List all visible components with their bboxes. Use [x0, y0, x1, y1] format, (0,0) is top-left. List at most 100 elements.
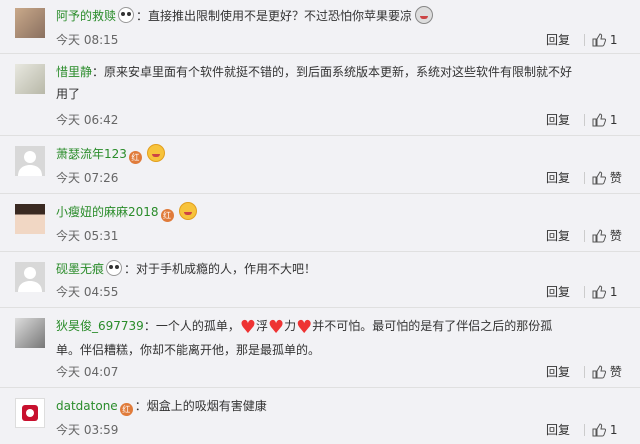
divider [584, 424, 585, 436]
comment-meta: 今天 08:15 回复 1 [56, 30, 640, 50]
comment-meta: 今天 03:59 回复 1 [56, 420, 640, 440]
reply-button[interactable]: 回复 [546, 110, 570, 130]
username[interactable]: 萧瑟流年123 [56, 147, 127, 161]
like-button[interactable]: 1 [592, 32, 617, 48]
thumbs-up-icon [592, 229, 607, 243]
avatar[interactable] [15, 262, 45, 292]
comment-text-line: 用了 [56, 84, 628, 104]
avatar[interactable] [15, 64, 45, 94]
comment-body: 对于手机成瘾的人，作用不大吧！ [136, 262, 317, 276]
like-button[interactable]: 1 [592, 284, 617, 300]
level-badge: 红 [119, 403, 133, 416]
reply-button[interactable]: 回复 [546, 226, 570, 246]
comment-text-line: 惜里静：原来安卓里面有个软件就挺不错的，到后面系统版本更新，系统对这些软件有限制… [56, 65, 573, 79]
comment-body: 并不可怕。最可怕的是有了伴侣之后的那份孤 [312, 319, 553, 333]
avatar[interactable] [15, 318, 45, 348]
comment-body: 直接推出限制使用不是更好？不过恐怕你苹果要凉 [148, 9, 413, 23]
like-button[interactable]: 赞 [592, 228, 622, 244]
like-label: 赞 [609, 229, 622, 243]
level-badge: 红 [128, 151, 142, 164]
timestamp: 今天 03:59 [56, 423, 119, 437]
comment-meta: 今天 07:26 回复 赞 [56, 168, 640, 188]
timestamp: 今天 06:42 [56, 113, 119, 127]
reply-button[interactable]: 回复 [546, 420, 570, 440]
like-button[interactable]: 1 [592, 422, 617, 438]
thumbs-up-icon [592, 33, 607, 47]
like-count: 1 [609, 33, 618, 47]
like-label: 赞 [609, 171, 622, 185]
heart-icon: ♥ [296, 317, 313, 338]
panda-icon [118, 7, 135, 23]
timestamp: 今天 04:55 [56, 285, 119, 299]
reply-button[interactable]: 回复 [546, 282, 570, 302]
default-avatar-icon [18, 151, 42, 176]
comment-meta: 今天 05:31 回复 赞 [56, 226, 640, 246]
like-button[interactable]: 1 [592, 112, 617, 128]
divider [584, 172, 585, 184]
default-avatar-icon [18, 267, 42, 292]
heart-icon: ♥ [268, 317, 285, 338]
comment-item: 萧瑟流年123 红 今天 07:26 回复 赞 [0, 136, 640, 192]
thumbs-up-icon [592, 365, 607, 379]
thumbs-up-icon [592, 285, 607, 299]
timestamp: 今天 04:07 [56, 365, 119, 379]
username[interactable]: 惜里静 [56, 65, 92, 79]
avatar[interactable] [15, 204, 45, 234]
reply-button[interactable]: 回复 [546, 30, 570, 50]
avatar[interactable] [15, 398, 45, 428]
divider [584, 286, 585, 298]
comment-text-line: 阿予的救赎 ：直接推出限制使用不是更好？不过恐怕你苹果要凉 [56, 6, 628, 26]
like-count: 1 [609, 285, 618, 299]
like-button[interactable]: 赞 [592, 364, 622, 380]
comment-body: 一个人的孤单， [155, 319, 240, 333]
comment-item: 惜里静：原来安卓里面有个软件就挺不错的，到后面系统版本更新，系统对这些软件有限制… [0, 54, 640, 132]
panda-icon [106, 260, 123, 276]
comment-item: 砚墨无痕 ：对于手机成瘾的人，作用不大吧！ 今天 04:55 回复 1 [0, 252, 640, 306]
like-count: 1 [609, 423, 618, 437]
username[interactable]: datdatone [56, 399, 118, 413]
timestamp: 今天 05:31 [56, 229, 119, 243]
username[interactable]: 阿予的救赎 [56, 9, 116, 23]
comment-body: 用了 [56, 87, 81, 101]
comment-meta: 今天 06:42 回复 1 [56, 110, 640, 130]
reply-button[interactable]: 回复 [546, 362, 570, 382]
emoji-icon [415, 6, 434, 24]
brand-logo-icon [22, 405, 38, 421]
reply-button[interactable]: 回复 [546, 168, 570, 188]
comment-text-line: 萧瑟流年123 红 [56, 144, 628, 164]
avatar[interactable] [15, 146, 45, 176]
divider [584, 114, 585, 126]
like-count: 1 [609, 113, 618, 127]
comment-text-line: 小瘦妞的麻麻2018 红 [56, 202, 628, 222]
divider [584, 34, 585, 46]
emoji-icon [178, 202, 197, 220]
comment-text-line: 砚墨无痕 ：对于手机成瘾的人，作用不大吧！ [56, 260, 317, 276]
thumbs-up-icon [592, 423, 607, 437]
avatar[interactable] [15, 8, 45, 38]
divider [584, 366, 585, 378]
comment-item: datdatone 红：烟盒上的吸烟有害健康 今天 03:59 回复 1 [0, 388, 640, 444]
comment-item: 狄昊俊_697739：一个人的孤单，♥浮♥力♥并不可怕。最可怕的是有了伴侣之后的… [0, 308, 640, 386]
comment-text-line: datdatone 红：烟盒上的吸烟有害健康 [56, 399, 267, 416]
timestamp: 今天 08:15 [56, 33, 119, 47]
username[interactable]: 狄昊俊_697739 [56, 319, 144, 333]
emoji-icon [146, 144, 165, 162]
divider [584, 230, 585, 242]
comment-body: 烟盒上的吸烟有害健康 [146, 399, 267, 413]
thumbs-up-icon [592, 171, 607, 185]
username[interactable]: 砚墨无痕 [56, 262, 104, 276]
heart-icon: ♥ [239, 317, 256, 338]
comment-meta: 今天 04:07 回复 赞 [56, 362, 640, 382]
username[interactable]: 小瘦妞的麻麻2018 [56, 205, 159, 219]
comment-item: 阿予的救赎 ：直接推出限制使用不是更好？不过恐怕你苹果要凉 今天 08:15 回复… [0, 0, 640, 52]
like-button[interactable]: 赞 [592, 170, 622, 186]
comment-meta: 今天 04:55 回复 1 [56, 282, 640, 302]
comment-text-line: 狄昊俊_697739：一个人的孤单，♥浮♥力♥并不可怕。最可怕的是有了伴侣之后的… [56, 317, 553, 338]
thumbs-up-icon [592, 113, 607, 127]
like-label: 赞 [609, 365, 622, 379]
comment-body: 单。伴侣糟糕，你却不能离开他，那是最孤单的。 [56, 343, 321, 357]
comment-body: 原来安卓里面有个软件就挺不错的，到后面系统版本更新，系统对这些软件有限制就不好 [104, 65, 573, 79]
timestamp: 今天 07:26 [56, 171, 119, 185]
comment-item: 小瘦妞的麻麻2018 红 今天 05:31 回复 赞 [0, 194, 640, 250]
level-badge: 红 [160, 209, 174, 222]
